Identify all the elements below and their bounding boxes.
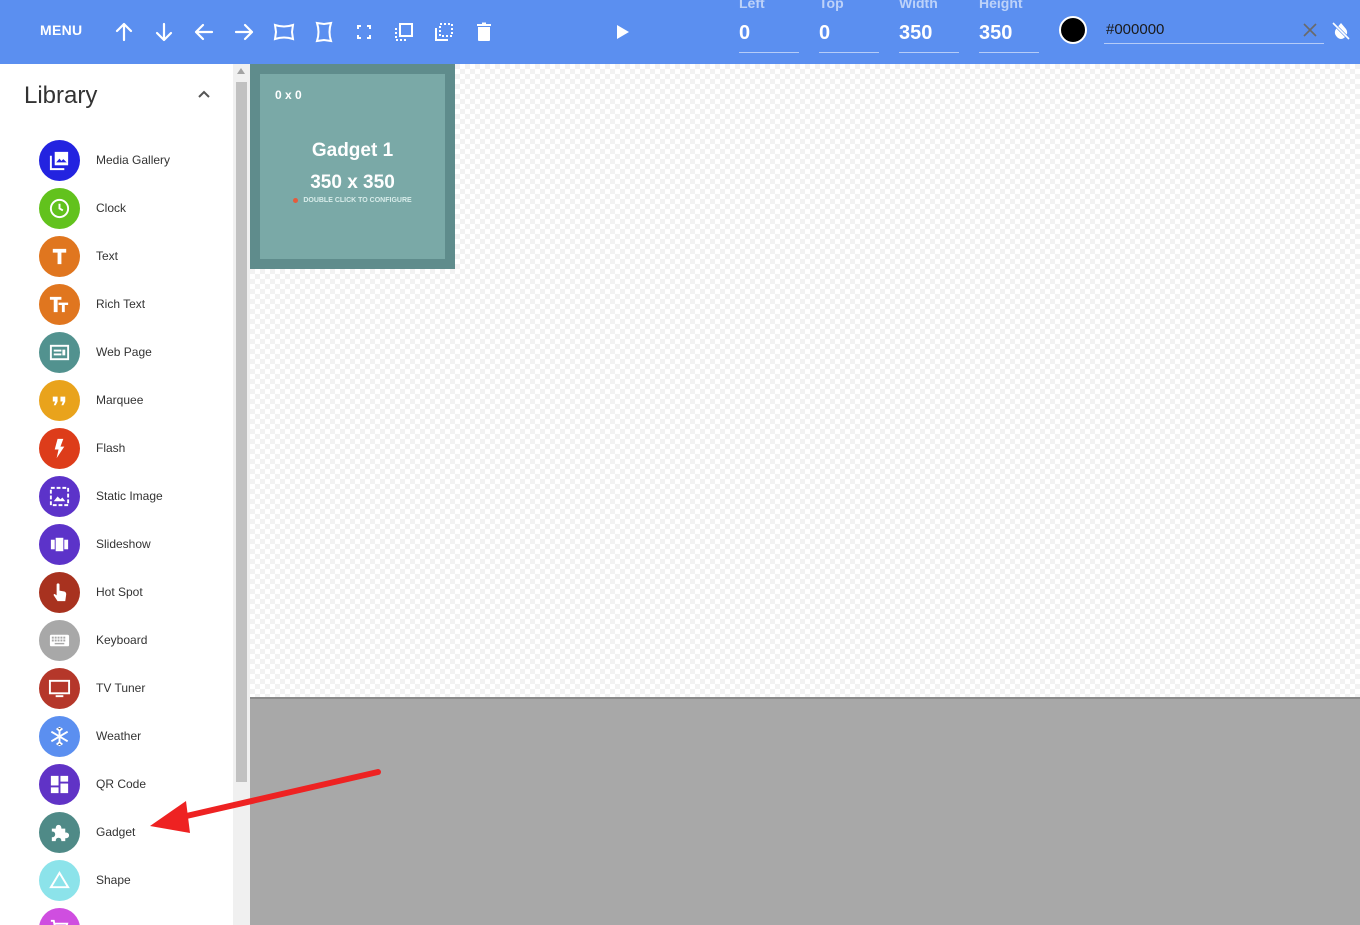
chevron-up-icon[interactable] — [194, 84, 214, 104]
scrollbar-thumb[interactable] — [236, 82, 247, 782]
arrow-down-icon[interactable] — [152, 20, 176, 44]
width-label: Width — [899, 0, 938, 11]
library-item-marquee[interactable]: Marquee — [39, 380, 229, 422]
library-item-media-gallery[interactable]: Media Gallery — [39, 140, 229, 182]
left-value[interactable]: 0 — [739, 22, 750, 45]
puzzle-icon — [39, 812, 80, 853]
library-item-qr-code[interactable]: QR Code — [39, 764, 229, 806]
snowflake-icon — [39, 716, 80, 757]
invert-colors-off-icon[interactable] — [1331, 21, 1351, 41]
slideshow-icon — [39, 524, 80, 565]
library-item-label: Weather — [96, 729, 142, 743]
clock-icon — [39, 188, 80, 229]
width-value[interactable]: 350 — [899, 22, 932, 45]
left-label: Left — [739, 0, 765, 11]
trash-icon[interactable] — [472, 20, 496, 44]
stretch-height-icon[interactable] — [312, 20, 336, 44]
tv-icon — [39, 668, 80, 709]
send-backward-icon[interactable] — [432, 20, 456, 44]
left-field[interactable]: Left 0 — [739, 0, 799, 53]
library-item-static-image[interactable]: Static Image — [39, 476, 229, 518]
top-label: Top — [819, 0, 844, 11]
gadget-hint: DOUBLE CLICK TO CONFIGURE — [260, 197, 445, 204]
shopping-cart-icon — [39, 908, 80, 925]
library-item-label: Text — [96, 249, 119, 263]
triangle-icon — [39, 860, 80, 901]
library-item-label: Gadget — [96, 825, 136, 839]
library-item-gadget[interactable]: Gadget — [39, 812, 229, 854]
top-field[interactable]: Top 0 — [819, 0, 879, 53]
quote-icon — [39, 380, 80, 421]
arrow-right-icon[interactable] — [232, 20, 256, 44]
touch-icon — [39, 572, 80, 613]
library-item-rich-text[interactable]: Rich Text — [39, 284, 229, 326]
library-item-label: Keyboard — [96, 633, 148, 647]
library-item-shopping-cart[interactable] — [39, 908, 229, 925]
gadget-name: Gadget 1 — [311, 140, 394, 161]
height-value[interactable]: 350 — [979, 22, 1012, 45]
height-field[interactable]: Height 350 — [979, 0, 1039, 53]
play-icon[interactable] — [610, 20, 634, 44]
library-item-tv-tuner[interactable]: TV Tuner — [39, 668, 229, 710]
width-field[interactable]: Width 350 — [899, 0, 959, 53]
library-panel: Library Media Gallery Clock Text Rich Te… — [0, 64, 233, 925]
library-item-text[interactable]: Text — [39, 236, 229, 278]
web-page-icon — [39, 332, 80, 373]
color-swatch[interactable] — [1059, 16, 1087, 44]
gadget-hint-text: DOUBLE CLICK TO CONFIGURE — [303, 197, 412, 204]
menu-button[interactable]: MENU — [40, 22, 82, 38]
library-item-weather[interactable]: Weather — [39, 716, 229, 758]
text-icon — [39, 236, 80, 277]
library-item-label: QR Code — [96, 777, 147, 791]
top-toolbar: MENU Left 0 Top 0 Width 350 Height 350 #… — [0, 0, 1360, 64]
color-hex-field[interactable]: #000000 — [1104, 18, 1324, 44]
gadget-position-label: 0 x 0 — [275, 88, 302, 102]
rich-text-icon — [39, 284, 80, 325]
status-dot — [293, 197, 299, 203]
library-item-label: Slideshow — [96, 537, 151, 551]
library-item-label: Media Gallery — [96, 153, 171, 167]
top-value[interactable]: 0 — [819, 22, 830, 45]
library-item-flash[interactable]: Flash — [39, 428, 229, 470]
gadget-body[interactable]: 0 x 0 Gadget 1 350 x 350 DOUBLE CLICK TO… — [260, 74, 445, 259]
fullscreen-icon[interactable] — [352, 20, 376, 44]
gadget-size-label: 350 x 350 — [310, 172, 395, 193]
library-item-label: Rich Text — [96, 297, 146, 311]
image-icon — [39, 476, 80, 517]
library-item-label: Clock — [96, 201, 127, 215]
media-gallery-icon — [39, 140, 80, 181]
library-item-label: Flash — [96, 441, 126, 455]
workspace-background — [250, 699, 1360, 925]
gadget-widget[interactable]: 0 x 0 Gadget 1 350 x 350 DOUBLE CLICK TO… — [250, 64, 455, 269]
keyboard-icon — [39, 620, 80, 661]
bring-forward-icon[interactable] — [392, 20, 416, 44]
arrow-left-icon[interactable] — [192, 20, 216, 44]
library-item-shape[interactable]: Shape — [39, 860, 229, 902]
library-item-label: Shape — [96, 873, 131, 887]
close-icon[interactable] — [1302, 22, 1318, 38]
library-title: Library — [24, 82, 98, 109]
library-item-hot-spot[interactable]: Hot Spot — [39, 572, 229, 614]
library-item-label: Web Page — [96, 345, 152, 359]
dashboard-icon — [39, 764, 80, 805]
color-hex-value[interactable]: #000000 — [1106, 21, 1164, 38]
stretch-width-icon[interactable] — [272, 20, 296, 44]
library-item-label: Static Image — [96, 489, 163, 503]
library-item-keyboard[interactable]: Keyboard — [39, 620, 229, 662]
flash-icon — [39, 428, 80, 469]
library-item-web-page[interactable]: Web Page — [39, 332, 229, 374]
height-label: Height — [979, 0, 1023, 11]
library-item-clock[interactable]: Clock — [39, 188, 229, 230]
library-item-label: Hot Spot — [96, 585, 143, 599]
library-item-label: TV Tuner — [96, 681, 146, 695]
library-item-label: Marquee — [96, 393, 144, 407]
library-item-slideshow[interactable]: Slideshow — [39, 524, 229, 566]
arrow-up-icon[interactable] — [112, 20, 136, 44]
library-scrollbar[interactable] — [233, 64, 250, 925]
scroll-up-arrow[interactable] — [237, 68, 245, 74]
